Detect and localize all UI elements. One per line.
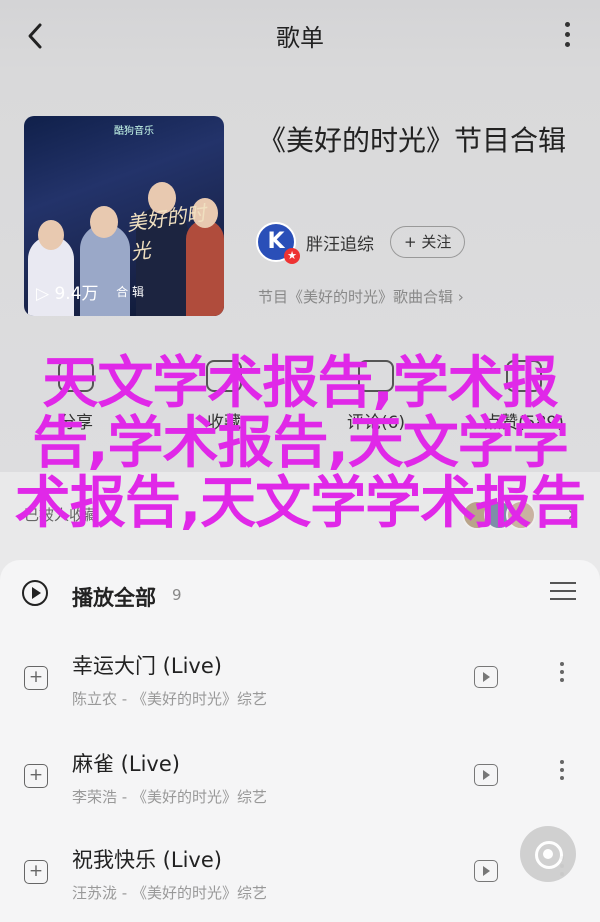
watermark-overlay-text: 天文学术报告,学术报告,学术报告,天文学学术报告,天文学学术报告 [14, 351, 586, 536]
play-all-label[interactable]: 播放全部 [72, 582, 156, 612]
cover-person-head [90, 206, 118, 238]
song-title: 祝我快乐 (Live) [72, 848, 222, 872]
play-all-row[interactable]: 播放全部 9 [0, 560, 600, 626]
top-bar: 歌单 [0, 0, 600, 72]
page-title: 歌单 [276, 24, 324, 52]
song-row[interactable]: + 幸运大门 (Live) 陈立农 - 《美好的时光》综艺 [0, 630, 600, 726]
play-circle-icon[interactable] [22, 580, 48, 606]
more-vertical-icon[interactable] [560, 662, 566, 686]
owner-avatar[interactable]: K ★ [256, 222, 300, 264]
song-row[interactable]: + 麻雀 (Live) 李荣浩 - 《美好的时光》综艺 [0, 728, 600, 824]
cover-person-head [38, 220, 64, 250]
album-title: 《美好的时光》节目合辑 [258, 124, 567, 157]
play-count: ▷ 9.4万 [36, 284, 99, 304]
verified-badge-icon: ★ [284, 248, 300, 264]
list-manage-icon[interactable] [550, 582, 576, 606]
song-subtitle: 李荣浩 - 《美好的时光》综艺 [72, 788, 267, 806]
song-row[interactable]: + 祝我快乐 (Live) 汪苏泷 - 《美好的时光》综艺 [0, 824, 600, 920]
add-to-playlist-icon[interactable]: + [24, 764, 48, 788]
album-cover[interactable]: 酷狗音乐 美好的时光 ▷ 9.4万 合 辑 [24, 116, 224, 316]
album-source-link[interactable]: 节目《美好的时光》歌曲合辑 › [258, 286, 464, 307]
mv-play-icon[interactable] [474, 666, 498, 688]
add-to-playlist-icon[interactable]: + [24, 666, 48, 690]
song-count: 9 [172, 586, 182, 604]
mv-play-icon[interactable] [474, 860, 498, 882]
mv-play-icon[interactable] [474, 764, 498, 786]
song-title: 幸运大门 (Live) [72, 654, 222, 678]
floating-assist-button[interactable] [520, 826, 576, 882]
cover-logo: 酷狗音乐 [114, 126, 154, 137]
owner-name[interactable]: 胖汪追综 [306, 230, 374, 255]
target-dot [543, 849, 553, 859]
add-to-playlist-icon[interactable]: + [24, 860, 48, 884]
more-vertical-icon[interactable] [560, 760, 566, 784]
song-title: 麻雀 (Live) [72, 752, 180, 776]
song-subtitle: 汪苏泷 - 《美好的时光》综艺 [72, 884, 267, 902]
song-subtitle: 陈立农 - 《美好的时光》综艺 [72, 690, 267, 708]
follow-button[interactable]: + 关注 [390, 226, 466, 258]
more-options-icon[interactable] [560, 22, 574, 52]
back-arrow-icon[interactable] [22, 20, 50, 52]
cover-tag: 合 辑 [116, 285, 144, 299]
